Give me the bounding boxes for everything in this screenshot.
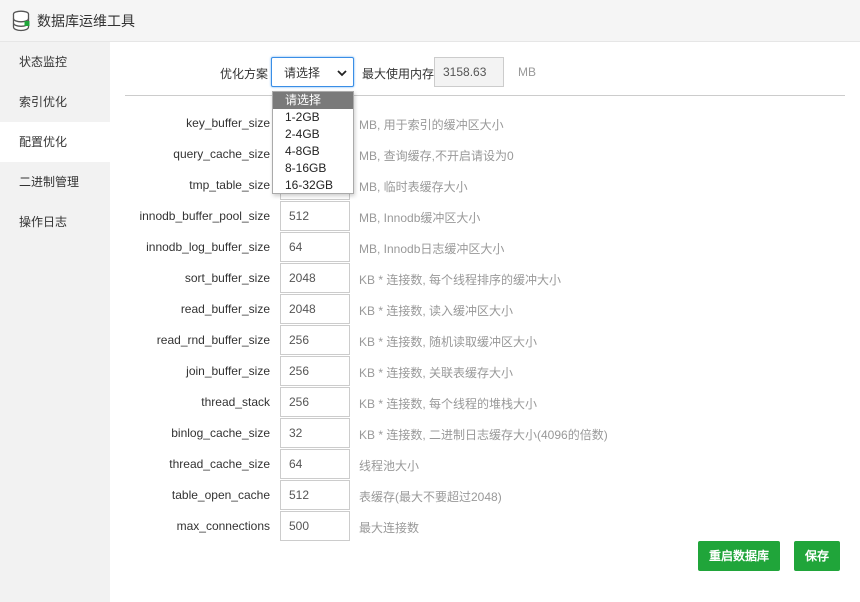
config-desc: KB * 连接数, 二进制日志缓存大小(4096的倍数) [359, 428, 608, 442]
plan-label: 优化方案 [220, 67, 269, 81]
sidebar-item-oplog[interactable]: 操作日志 [0, 202, 110, 242]
plan-select[interactable]: 请选择 [271, 57, 354, 87]
config-key: sort_buffer_size [184, 271, 270, 285]
sidebar-item-binlog[interactable]: 二进制管理 [0, 162, 110, 202]
config-key: innodb_buffer_pool_size [139, 209, 270, 223]
restart-db-button[interactable]: 重启数据库 [698, 541, 780, 571]
config-row: table_open_cache 512 表缓存(最大不要超过2048) [110, 480, 860, 510]
plan-option[interactable]: 1-2GB [273, 109, 353, 126]
config-desc: KB * 连接数, 关联表缓存大小 [359, 366, 514, 380]
max-mem-input[interactable]: 3158.63 [434, 57, 504, 87]
config-row: thread_stack 256 KB * 连接数, 每个线程的堆栈大小 [110, 387, 860, 417]
plan-option[interactable]: 16-32GB [273, 177, 353, 194]
config-desc: MB, 查询缓存,不开启请设为0 [359, 149, 514, 163]
config-row: max_connections 500 最大连接数 [110, 511, 860, 541]
config-row: tmp_table_size MB, 临时表缓存大小 [110, 170, 860, 200]
plan-option[interactable]: 8-16GB [273, 160, 353, 177]
config-row: sort_buffer_size 2048 KB * 连接数, 每个线程排序的缓… [110, 263, 860, 293]
config-key: key_buffer_size [186, 116, 270, 130]
title-bar: 数据库运维工具 [0, 0, 860, 42]
plan-row: 优化方案 请选择 最大使用内存 3158.63 MB [110, 57, 860, 87]
config-key: read_buffer_size [180, 302, 270, 316]
config-desc: 表缓存(最大不要超过2048) [359, 490, 502, 504]
config-row: join_buffer_size 256 KB * 连接数, 关联表缓存大小 [110, 356, 860, 386]
config-value-input[interactable]: 256 [280, 356, 350, 386]
save-button[interactable]: 保存 [794, 541, 840, 571]
sidebar-item-status[interactable]: 状态监控 [0, 42, 110, 82]
plan-select-value: 请选择 [284, 65, 321, 80]
config-key: thread_cache_size [169, 457, 270, 471]
config-value-input[interactable]: 64 [280, 449, 350, 479]
config-value-input[interactable]: 256 [280, 325, 350, 355]
config-key: query_cache_size [173, 147, 270, 161]
plan-option[interactable]: 2-4GB [273, 126, 353, 143]
config-key: table_open_cache [171, 488, 270, 502]
config-key: max_connections [176, 519, 270, 533]
config-row: read_buffer_size 2048 KB * 连接数, 读入缓冲区大小 [110, 294, 860, 324]
config-desc: 最大连接数 [359, 521, 420, 535]
config-value-input[interactable]: 256 [280, 387, 350, 417]
sidebar-item-config[interactable]: 配置优化 [0, 122, 110, 162]
config-value-input[interactable]: 500 [280, 511, 350, 541]
config-panel: 优化方案 请选择 最大使用内存 3158.63 MB key_buffer_si… [110, 42, 860, 602]
config-desc: MB, 用于索引的缓冲区大小 [359, 118, 504, 132]
config-desc: MB, Innodb日志缓冲区大小 [359, 242, 505, 256]
sidebar: 状态监控 索引优化 配置优化 二进制管理 操作日志 [0, 42, 110, 602]
config-row: key_buffer_size MB, 用于索引的缓冲区大小 [110, 108, 860, 138]
plan-option[interactable]: 4-8GB [273, 143, 353, 160]
plan-option[interactable]: 请选择 [273, 92, 353, 109]
max-mem-unit: MB [518, 65, 536, 79]
config-value-input[interactable]: 512 [280, 480, 350, 510]
config-row: read_rnd_buffer_size 256 KB * 连接数, 随机读取缓… [110, 325, 860, 355]
database-icon [12, 10, 30, 32]
config-key: binlog_cache_size [171, 426, 270, 440]
config-row: innodb_buffer_pool_size 512 MB, Innodb缓冲… [110, 201, 860, 231]
config-key: thread_stack [201, 395, 270, 409]
chevron-down-icon [337, 67, 347, 77]
config-key: join_buffer_size [186, 364, 270, 378]
config-value-input[interactable]: 512 [280, 201, 350, 231]
config-row: innodb_log_buffer_size 64 MB, Innodb日志缓冲… [110, 232, 860, 262]
config-key: read_rnd_buffer_size [156, 333, 270, 347]
app-title: 数据库运维工具 [37, 12, 135, 29]
config-desc: KB * 连接数, 每个线程的堆栈大小 [359, 397, 538, 411]
config-row: query_cache_size MB, 查询缓存,不开启请设为0 [110, 139, 860, 169]
config-desc: MB, 临时表缓存大小 [359, 180, 468, 194]
config-value-input[interactable]: 2048 [280, 294, 350, 324]
config-desc: MB, Innodb缓冲区大小 [359, 211, 481, 225]
config-desc: KB * 连接数, 读入缓冲区大小 [359, 304, 514, 318]
config-desc: KB * 连接数, 随机读取缓冲区大小 [359, 335, 538, 349]
config-key: tmp_table_size [189, 178, 270, 192]
config-desc: KB * 连接数, 每个线程排序的缓冲大小 [359, 273, 562, 287]
config-value-input[interactable]: 32 [280, 418, 350, 448]
max-mem-label: 最大使用内存 [362, 67, 435, 81]
config-row: binlog_cache_size 32 KB * 连接数, 二进制日志缓存大小… [110, 418, 860, 448]
config-value-input[interactable]: 2048 [280, 263, 350, 293]
config-desc: 线程池大小 [359, 459, 420, 473]
sidebar-item-index[interactable]: 索引优化 [0, 82, 110, 122]
config-row: thread_cache_size 64 线程池大小 [110, 449, 860, 479]
config-value-input[interactable]: 64 [280, 232, 350, 262]
config-key: innodb_log_buffer_size [146, 240, 270, 254]
divider [125, 95, 845, 96]
plan-dropdown-list: 请选择 1-2GB 2-4GB 4-8GB 8-16GB 16-32GB [272, 91, 354, 194]
